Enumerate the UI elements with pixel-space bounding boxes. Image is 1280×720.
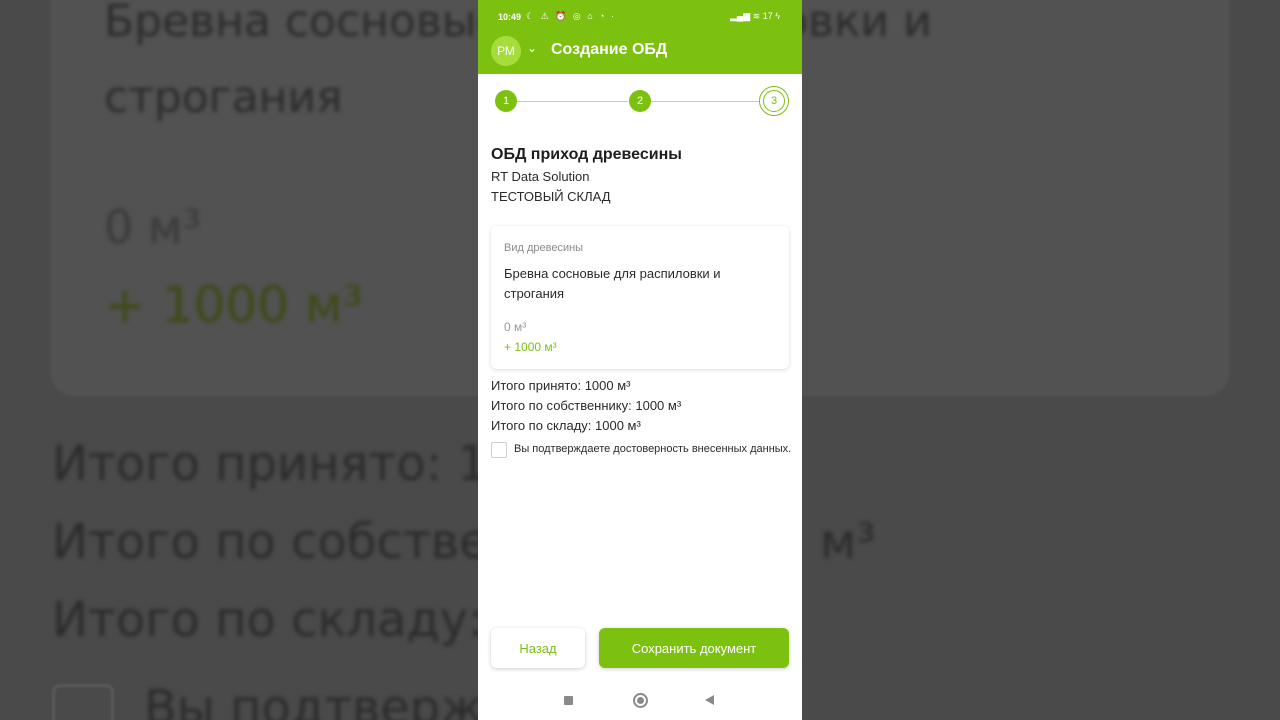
status-notification-icons: ☾ ⚠ ⏰ ◎ ⌂ ◔ ·	[526, 11, 617, 21]
system-nav-bar	[478, 684, 802, 720]
company-name: RT Data Solution	[491, 169, 590, 184]
confirm-label[interactable]: Вы подтверждаете достоверность внесенных…	[514, 440, 794, 458]
home-icon[interactable]	[633, 693, 648, 708]
background-text-line: строгания	[104, 72, 343, 123]
phone-screen: 10:49 ☾ ⚠ ⏰ ◎ ⌂ ◔ · ▂▄▆ ≋ 17 ϟ РМ ⌄ Созд…	[478, 0, 802, 720]
total-by-owner: Итого по собственнику: 1000 м³	[491, 398, 682, 413]
step-1[interactable]: 1	[495, 90, 517, 112]
confirm-checkbox[interactable]	[491, 442, 507, 458]
background-text-line: + 1000 м³	[104, 276, 363, 334]
stepper-connector	[651, 101, 760, 102]
wood-type-label: Вид древесины	[504, 242, 584, 254]
status-bar: 10:49 ☾ ⚠ ⏰ ◎ ⌂ ◔ · ▂▄▆ ≋ 17 ϟ	[478, 0, 802, 34]
background-text-line: 0 м³	[104, 200, 202, 254]
total-by-warehouse: Итого по складу: 1000 м³	[491, 418, 641, 433]
document-title: ОБД приход древесины	[491, 146, 682, 163]
background-text-line: Итого по складу:	[52, 592, 485, 648]
wood-type-value: Бревна сосновые для распиловки и строган…	[504, 266, 721, 301]
warehouse-name: ТЕСТОВЫЙ СКЛАД	[491, 189, 611, 204]
app-bar: 10:49 ☾ ⚠ ⏰ ◎ ⌂ ◔ · ▂▄▆ ≋ 17 ϟ РМ ⌄ Созд…	[478, 0, 802, 74]
recents-icon[interactable]	[564, 696, 573, 705]
page-title: Создание ОБД	[551, 41, 668, 58]
background-text-line: Итого по собстве	[52, 514, 489, 570]
background-checkbox	[52, 684, 114, 720]
wood-type-card[interactable]: Вид древесины Бревна сосновые для распил…	[491, 226, 789, 369]
save-document-button[interactable]: Сохранить документ	[599, 628, 789, 668]
stepper: 1 2 3	[478, 86, 802, 116]
step-2[interactable]: 2	[629, 90, 651, 112]
current-volume: 0 м³	[504, 320, 527, 334]
background-text-line: Итого принято: 1	[52, 436, 488, 492]
step-3[interactable]: 3	[763, 90, 785, 112]
status-time: 10:49	[498, 12, 522, 22]
added-volume: + 1000 м³	[504, 340, 557, 354]
chevron-down-icon[interactable]: ⌄	[527, 41, 537, 55]
stepper-connector	[517, 101, 628, 102]
avatar[interactable]: РМ	[491, 36, 521, 66]
background-text-line: Вы подтвержд	[144, 680, 517, 720]
back-button[interactable]: Назад	[491, 628, 585, 668]
back-nav-icon[interactable]	[705, 695, 714, 705]
background-text-line: м³	[820, 514, 876, 570]
status-system-icons: ▂▄▆ ≋ 17 ϟ	[729, 11, 780, 21]
total-accepted: Итого принято: 1000 м³	[491, 378, 631, 393]
